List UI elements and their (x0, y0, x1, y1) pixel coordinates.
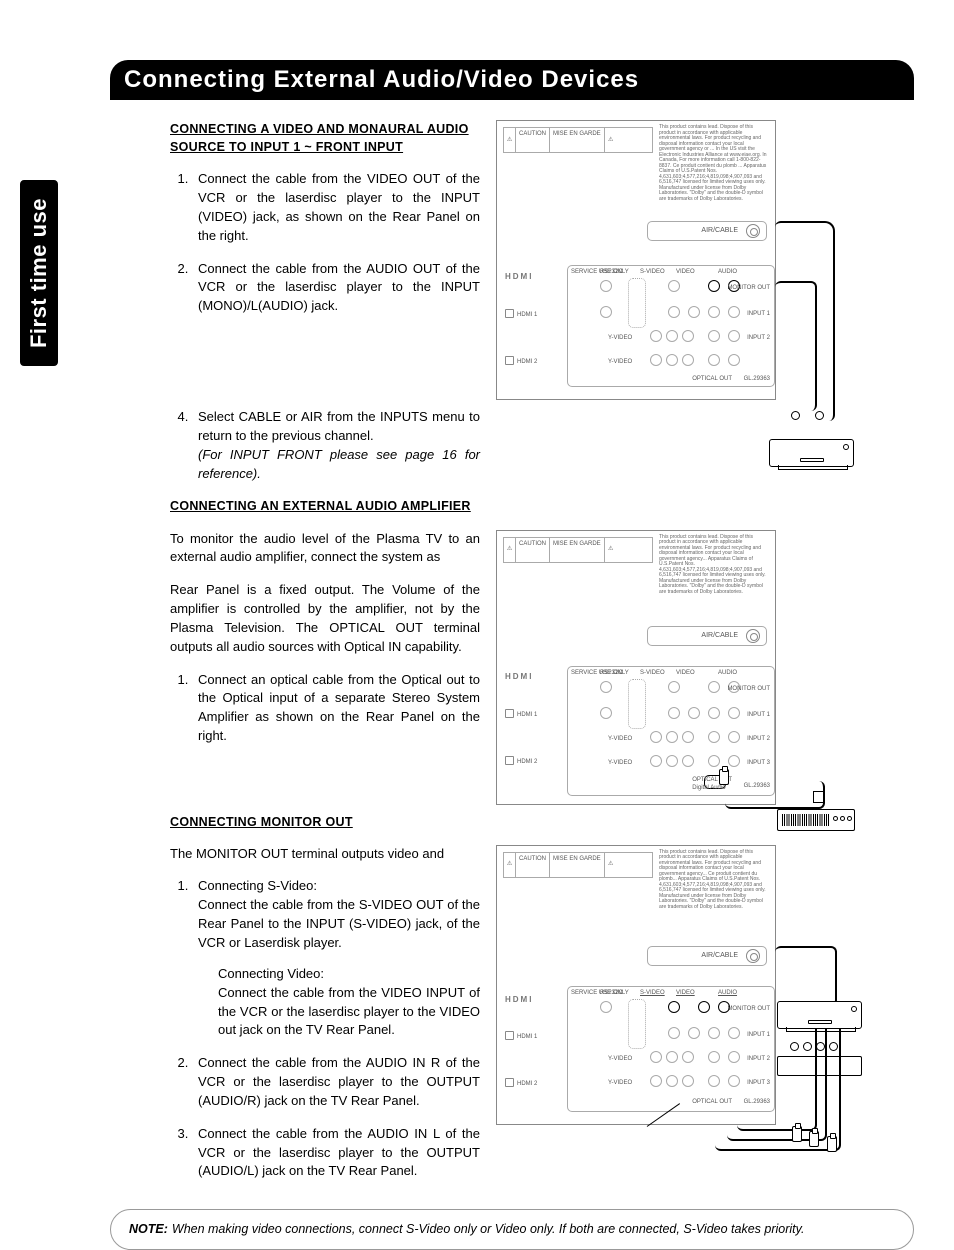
section-1: CONNECTING A VIDEO AND MONAURAL AUDIO SO… (170, 120, 910, 400)
section1-step4: Select CABLE or AIR from the INPUTS menu… (192, 408, 480, 483)
section-3: The MONITOR OUT terminal outputs video a… (170, 845, 910, 1196)
section3-step3: Connect the cable from the AUDIO IN L of… (192, 1125, 480, 1182)
section2-p2: Rear Panel is a fixed output. The Volume… (170, 581, 480, 656)
section3-step1: Connecting S-Video: Connect the cable fr… (192, 877, 480, 1040)
section3-p1: The MONITOR OUT terminal outputs video a… (170, 845, 480, 864)
note-label: NOTE: (129, 1220, 168, 1239)
compliance-text-3: This product contains lead. Dispose of t… (659, 850, 769, 911)
section2-p1: To monitor the audio level of the Plasma… (170, 530, 480, 568)
section1-steps-cont: Select CABLE or AIR from the INPUTS menu… (170, 408, 480, 483)
section2-step1: Connect an optical cable from the Optica… (192, 671, 480, 746)
page-title: Connecting External Audio/Video Devices (110, 60, 914, 100)
note-box: NOTE: When making video connections, con… (110, 1209, 914, 1250)
section1-step4-note: (For INPUT FRONT please see page 16 for … (198, 447, 480, 481)
section1-steps: Connect the cable from the VIDEO OUT of … (170, 170, 480, 316)
compliance-text-2: This product contains lead. Dispose of t… (659, 535, 769, 596)
diagram-2: ⚠CAUTIONMISE EN GARDE⚠ This product cont… (496, 530, 776, 805)
side-tab: First time use (20, 180, 58, 366)
diagram-1: ⚠CAUTIONMISE EN GARDE⚠ This product cont… (496, 120, 776, 400)
content-area: CONNECTING A VIDEO AND MONAURAL AUDIO SO… (170, 120, 910, 1195)
note-text: When making video connections, connect S… (172, 1220, 895, 1239)
section1-heading: CONNECTING A VIDEO AND MONAURAL AUDIO SO… (170, 120, 480, 156)
section2-heading: CONNECTING AN EXTERNAL AUDIO AMPLIFIER (170, 497, 910, 515)
section1-step2: Connect the cable from the AUDIO OUT of … (192, 260, 480, 317)
section3-step2: Connect the cable from the AUDIO IN R of… (192, 1054, 480, 1111)
diagram-3: ⚠CAUTIONMISE EN GARDE⚠ This product cont… (496, 845, 776, 1125)
section1-step1: Connect the cable from the VIDEO OUT of … (192, 170, 480, 245)
section-2: To monitor the audio level of the Plasma… (170, 530, 910, 805)
section2-steps: Connect an optical cable from the Optica… (170, 671, 480, 746)
section3-steps: Connecting S-Video: Connect the cable fr… (170, 877, 480, 1181)
compliance-text: This product contains lead. Dispose of t… (659, 125, 769, 202)
